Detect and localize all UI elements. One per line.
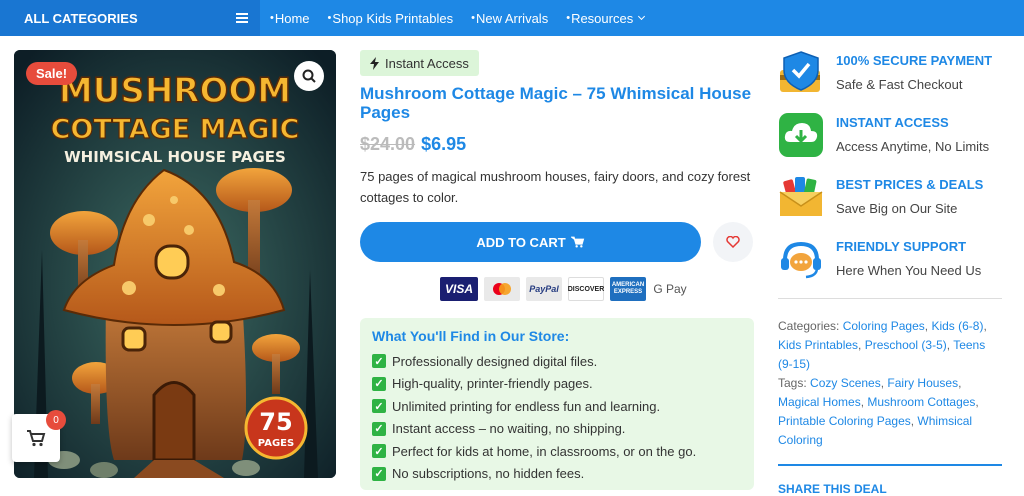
search-icon <box>302 69 316 83</box>
cart-icon <box>570 236 584 248</box>
list-item-text: Instant access – no waiting, no shipping… <box>392 421 626 437</box>
feature-title: BEST PRICES & DEALS <box>836 177 984 192</box>
cart-count-badge: 0 <box>46 410 66 430</box>
list-item-text: No subscriptions, no hidden fees. <box>392 466 585 482</box>
list-item-text: Unlimited printing for endless fun and l… <box>392 398 661 414</box>
zoom-button[interactable] <box>294 61 324 91</box>
category-link[interactable]: Kids (6-8) <box>931 319 983 333</box>
discover-icon: DISCOVER <box>568 277 604 301</box>
product-title: Mushroom Cottage Magic – 75 Whimsical Ho… <box>360 84 752 122</box>
nav-link-home[interactable]: • Home <box>270 11 310 26</box>
feature-title: FRIENDLY SUPPORT <box>836 239 967 254</box>
old-price: $24.00 <box>360 134 416 154</box>
list-item: ✓ Perfect for kids at home, in classrooms… <box>372 440 742 463</box>
headset-chat-icon <box>778 236 824 282</box>
paypal-icon: PayPal <box>526 277 562 301</box>
nav-link-label: New Arrivals <box>475 10 549 26</box>
cover-title-line-1: MUSHROOM <box>59 71 291 111</box>
check-icon: ✓ <box>372 376 386 391</box>
feature-subtitle: Save Big on Our Site <box>836 201 958 216</box>
chevron-down-icon <box>638 12 646 21</box>
nav-link-label: Resources <box>571 10 634 26</box>
check-icon: ✓ <box>372 421 386 436</box>
all-categories-button[interactable]: ALL CATEGORIES <box>0 0 260 36</box>
pages-badge-label: PAGES <box>258 438 294 449</box>
shield-card-icon <box>778 50 824 96</box>
nav-link-label: Shop Kids Printables <box>332 10 454 26</box>
hamburger-icon <box>236 13 248 23</box>
product-description: 75 pages of magical mushroom houses, fai… <box>360 169 751 205</box>
wishlist-button[interactable] <box>713 222 753 262</box>
feature-subtitle: Here When You Need Us <box>836 263 982 278</box>
add-to-cart-button[interactable]: ADD TO CART <box>360 222 701 262</box>
cover-title-line-2: COTTAGE MAGIC <box>51 114 300 145</box>
check-icon: ✓ <box>372 354 386 369</box>
store-benefits-box: What You'll Find in Our Store: ✓ Professi… <box>360 318 754 490</box>
feature-title: INSTANT ACCESS <box>836 115 949 130</box>
feature-secure-payment: 100% SECURE PAYMENT Safe & Fast Checkout <box>778 50 992 96</box>
category-link[interactable]: Preschool (3-5) <box>865 338 947 352</box>
list-item-text: High-quality, printer-friendly pages. <box>392 376 593 392</box>
sale-badge: Sale! <box>26 62 78 85</box>
check-icon: ✓ <box>372 466 386 481</box>
cloud-download-icon <box>778 112 824 158</box>
list-item-text: Professionally designed digital files. <box>392 353 598 369</box>
product-categories: Categories: Coloring Pages, Kids (6-8), … <box>778 319 987 371</box>
mastercard-icon <box>484 277 520 301</box>
cover-subtitle: WHIMSICAL HOUSE PAGES <box>64 148 286 166</box>
coupons-icon <box>778 174 824 220</box>
instant-access-label: Instant Access <box>385 55 469 71</box>
tag-link[interactable]: Mushroom Cottages <box>867 395 975 409</box>
check-icon: ✓ <box>372 444 386 459</box>
amex-icon: AMERICAN EXPRESS <box>610 277 646 301</box>
store-benefits-list: ✓ Professionally designed digital files. … <box>372 350 742 485</box>
list-item: ✓ Unlimited printing for endless fun and … <box>372 395 742 418</box>
feature-subtitle: Safe & Fast Checkout <box>836 77 963 92</box>
category-link[interactable]: Coloring Pages <box>843 319 925 333</box>
share-divider <box>778 464 1002 466</box>
google-pay-icon: G Pay <box>652 277 688 301</box>
divider <box>778 298 1002 299</box>
visa-icon: VISA <box>440 277 478 301</box>
product-tags: Tags: Cozy Scenes, Fairy Houses, Magical… <box>778 376 979 447</box>
tag-link[interactable]: Printable Coloring Pages <box>778 414 911 428</box>
sale-price: $6.95 <box>421 134 467 154</box>
payment-methods: VISA PayPal DISCOVER AMERICAN EXPRESS G … <box>440 277 688 301</box>
feature-best-prices: BEST PRICES & DEALS Save Big on Our Site <box>778 174 983 220</box>
tag-link[interactable]: Cozy Scenes <box>810 376 881 390</box>
feature-friendly-support: FRIENDLY SUPPORT Here When You Need Us <box>778 236 981 282</box>
instant-access-badge: Instant Access <box>360 50 479 76</box>
lightning-icon <box>370 56 379 70</box>
list-item: ✓ High-quality, printer-friendly pages. <box>372 373 742 396</box>
add-to-cart-label: ADD TO CART <box>476 234 566 250</box>
heart-icon <box>726 236 740 248</box>
list-item-text: Perfect for kids at home, in classrooms,… <box>392 443 697 459</box>
category-link[interactable]: Kids Printables <box>778 338 858 352</box>
tag-link[interactable]: Magical Homes <box>778 395 861 409</box>
share-heading: SHARE THIS DEAL <box>778 482 887 496</box>
all-categories-label: ALL CATEGORIES <box>24 10 138 26</box>
list-item: ✓ Instant access – no waiting, no shippin… <box>372 418 742 441</box>
feature-title: 100% SECURE PAYMENT <box>836 53 993 68</box>
check-icon: ✓ <box>372 399 386 414</box>
nav-link-new-arrivals[interactable]: • New Arrivals <box>471 11 548 26</box>
tag-link[interactable]: Fairy Houses <box>887 376 958 390</box>
nav-link-shop-kids-printables[interactable]: • Shop Kids Printables <box>328 11 454 26</box>
feature-instant-access: INSTANT ACCESS Access Anytime, No Limits <box>778 112 989 158</box>
store-benefits-heading: What You'll Find in Our Store: <box>372 328 570 344</box>
cart-icon <box>27 430 46 447</box>
categories-label: Categories: <box>778 319 840 333</box>
tags-label: Tags: <box>778 376 807 390</box>
top-navigation: ALL CATEGORIES • Home • Shop Kids Printabl… <box>0 0 1024 36</box>
main-menu: • Home • Shop Kids Printables • New Arrival… <box>270 11 662 26</box>
nav-link-label: Home <box>274 10 310 26</box>
price: $24.00 $6.95 <box>360 134 466 155</box>
pages-badge-number: 75 <box>259 408 292 436</box>
list-item: ✓ No subscriptions, no hidden fees. <box>372 463 742 486</box>
feature-subtitle: Access Anytime, No Limits <box>836 139 990 154</box>
nav-link-resources[interactable]: • Resources <box>566 10 646 26</box>
list-item: ✓ Professionally designed digital files. <box>372 350 742 373</box>
